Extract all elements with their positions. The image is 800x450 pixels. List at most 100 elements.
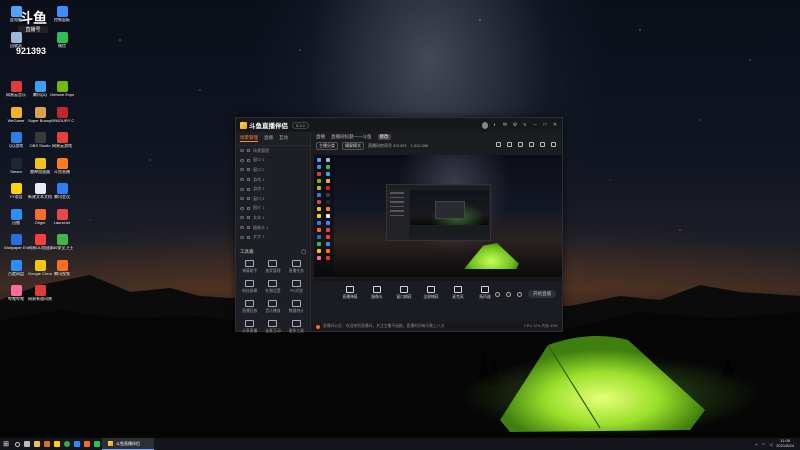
volume-icon[interactable]: ◁ [769, 442, 772, 447]
eye-icon[interactable] [240, 235, 244, 239]
lock-icon[interactable] [247, 197, 250, 201]
lock-icon[interactable] [247, 158, 250, 162]
share-icon[interactable] [551, 142, 556, 147]
eye-icon[interactable] [240, 206, 244, 210]
live-preview[interactable] [314, 155, 562, 277]
left-tab[interactable]: 场景管理 [240, 135, 258, 142]
desktop-icon[interactable]: 回收站 [4, 31, 28, 49]
tool-item[interactable]: 音乐播放 [261, 299, 284, 314]
left-tab[interactable]: 直播 [264, 135, 273, 142]
desktop-icon[interactable]: 百度网盘 [4, 259, 28, 277]
desktop-icon[interactable]: Wallpaper Engine [4, 234, 28, 251]
network-icon[interactable]: ◠ [762, 442, 766, 447]
scene-item[interactable]: 游戏 2 [236, 184, 310, 194]
lock-icon[interactable] [247, 168, 250, 172]
minimize-icon[interactable]: – [532, 122, 538, 128]
lock-icon[interactable] [247, 187, 250, 191]
desktop-icon[interactable]: Launcher [50, 208, 74, 226]
lock-icon[interactable] [247, 178, 250, 182]
desktop-icon[interactable]: Origin [28, 208, 52, 226]
chat-icon[interactable] [540, 142, 545, 147]
source-control[interactable]: 摄像头 [367, 286, 387, 300]
lock-icon[interactable] [247, 149, 250, 153]
desktop-icon[interactable]: 迅雷 [4, 208, 28, 226]
source-control[interactable]: 扬声器 [475, 286, 495, 300]
taskbar-app-icon[interactable] [72, 438, 82, 450]
taskbar-active-app[interactable]: 斗鱼直播伴侣 [102, 438, 154, 450]
taskbar-app-icon[interactable] [82, 438, 92, 450]
desktop-icon[interactable]: Super Bunny Man [28, 106, 52, 124]
desktop-icon[interactable]: OBS Studio [28, 132, 52, 149]
desktop-icon[interactable]: 新建文本文档 [28, 183, 52, 200]
source-control[interactable]: 全屏捕获 [421, 286, 441, 300]
desktop-icon[interactable]: 腾讯会议 [50, 183, 74, 200]
settings-gear-icon[interactable] [517, 291, 522, 297]
user-avatar[interactable] [482, 121, 488, 129]
tool-item[interactable]: 连麦互动 [261, 319, 284, 334]
desktop-icon[interactable]: WeGame [4, 106, 28, 124]
desktop-icon[interactable]: 腾讯视频 [50, 259, 74, 277]
tray-chevron-icon[interactable]: ˄ [755, 442, 757, 447]
scene-item[interactable]: 文本 1 [236, 213, 310, 223]
scene-item[interactable]: 窗口 2 [236, 165, 310, 175]
eye-icon[interactable] [240, 197, 244, 201]
scene-item[interactable]: 窗口 1 [236, 156, 310, 166]
eye-icon[interactable] [240, 226, 244, 230]
mail-icon[interactable]: ✉ [502, 122, 508, 128]
tool-item[interactable]: 弹幕助手 [238, 259, 261, 274]
lock-icon[interactable] [247, 235, 250, 239]
app-titlebar[interactable]: 斗鱼直播伴侣 5.3.2 ◐ ✉ ⚙ ≡ – □ ✕ [236, 118, 562, 132]
tool-item[interactable]: 更多工具 [285, 319, 308, 334]
orientation-chip[interactable]: 横屏模式 [342, 141, 364, 150]
desktop-icon[interactable]: 网易云游戏 [50, 132, 74, 149]
lock-icon[interactable] [247, 206, 250, 210]
scene-item[interactable]: 窗口 3 [236, 194, 310, 204]
refresh-icon[interactable] [506, 291, 511, 297]
desktop-icon[interactable]: 网易UU加速器 [28, 234, 52, 251]
layout-icon[interactable] [496, 142, 501, 147]
desktop-icon[interactable]: YY语音 [4, 183, 28, 200]
calendar-icon[interactable] [529, 142, 534, 147]
tab-live[interactable]: 直播 [316, 134, 325, 140]
desktop-icon[interactable]: ARMOURY CRATE [50, 106, 74, 124]
clock[interactable]: 11:08 2021/8/24 [776, 439, 794, 448]
eye-icon[interactable] [240, 168, 244, 172]
scene-item[interactable]: 图片 1 [236, 204, 310, 214]
eye-icon[interactable] [240, 187, 244, 191]
version-badge[interactable]: 5.3.2 [292, 121, 309, 129]
eye-icon[interactable] [240, 158, 244, 162]
tool-item[interactable]: 直播任务 [285, 259, 308, 274]
desktop-icon[interactable]: 微信 [50, 31, 74, 49]
source-control[interactable]: 窗口捕获 [394, 286, 414, 300]
desktop-icon[interactable]: Geforce Experience [50, 81, 74, 98]
windows-start-icon[interactable]: ⊞ [0, 438, 12, 450]
desktop-icon[interactable]: Google Chrome [28, 259, 52, 277]
skin-icon[interactable]: ◐ [492, 122, 498, 128]
desktop-icon[interactable]: 斗鱼直播 [50, 157, 74, 175]
tool-item[interactable]: 粉丝勋章 [238, 279, 261, 294]
scene-item[interactable]: 游戏 1 [236, 175, 310, 185]
scene-item[interactable]: 场景管理 [236, 146, 310, 156]
scene-item[interactable]: 文字 1 [236, 232, 310, 242]
task-view-icon[interactable] [22, 438, 32, 450]
source-control[interactable]: 麦克风 [448, 286, 468, 300]
tool-item[interactable]: PK对战 [285, 279, 308, 294]
live-streaming-app-window[interactable]: 斗鱼直播伴侣 5.3.2 ◐ ✉ ⚙ ≡ – □ ✕ 场景管理 直播 互动 场景管理… [235, 117, 563, 334]
maximize-icon[interactable]: □ [542, 122, 548, 128]
source-control[interactable]: 直播弹幕 [340, 286, 360, 300]
edit-title-button[interactable]: 修改 [377, 133, 391, 140]
toolbox-settings-icon[interactable]: ◯ [301, 249, 306, 255]
lock-icon[interactable] [507, 142, 512, 147]
tool-item[interactable]: 分享直播 [238, 319, 261, 334]
taskbar-app-icon[interactable] [92, 438, 102, 450]
settings-icon[interactable]: ⚙ [512, 122, 518, 128]
desktop-icon[interactable]: 控制面板 [50, 6, 74, 23]
desktop-icon[interactable]: QQ游戏 [4, 132, 28, 149]
desktop-icon[interactable]: 网易有道词典 [28, 285, 52, 302]
tool-item[interactable]: 直播回放 [238, 299, 261, 314]
screenshot-icon[interactable] [518, 142, 523, 147]
scene-item[interactable]: 摄像头 1 [236, 223, 310, 233]
desktop-icon[interactable]: 腾讯QQ [28, 81, 52, 98]
start-live-button[interactable]: 开始直播 [528, 290, 556, 298]
file-explorer-icon[interactable] [32, 438, 42, 450]
